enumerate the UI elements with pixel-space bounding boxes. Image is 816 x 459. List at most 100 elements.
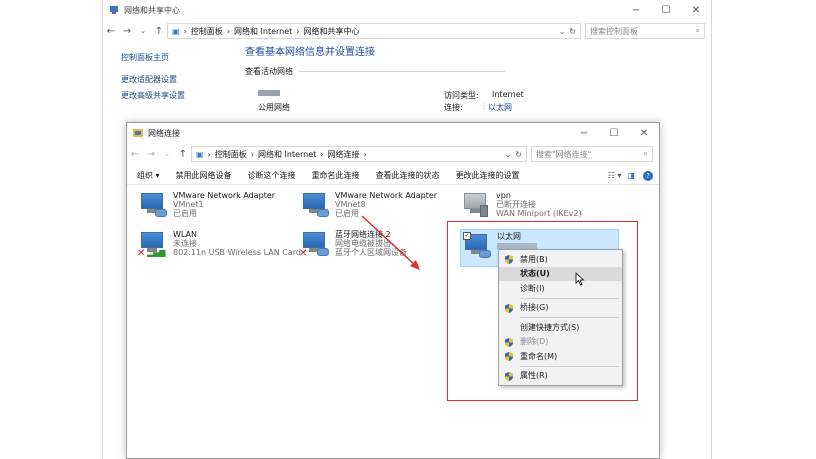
shield-icon bbox=[505, 255, 513, 264]
divider bbox=[299, 71, 505, 72]
breadcrumb-item[interactable]: 控制面板 bbox=[215, 149, 247, 160]
outer-titlebar: 网络和共享中心 bbox=[103, 0, 711, 20]
forward-icon[interactable]: → bbox=[119, 26, 135, 37]
adapter-status: 未连接 bbox=[173, 239, 197, 248]
control-panel-icon: ▣ bbox=[196, 149, 204, 159]
adapter-name: VMware Network Adapter bbox=[335, 191, 438, 200]
breadcrumb-item[interactable]: 网络和 Internet bbox=[234, 26, 292, 37]
disconnected-icon: ✕ bbox=[137, 248, 146, 259]
connection-value: 以太网 bbox=[488, 103, 512, 112]
connection-link[interactable]: ⫶ 以太网 bbox=[483, 102, 512, 113]
outer-address-bar: ← → ⌄ ↑ ▣ › 控制面板 › 网络和 Internet › 网络和共享中… bbox=[103, 22, 711, 40]
vpn-adapter-icon bbox=[462, 191, 492, 219]
chevron-down-icon[interactable]: ⌄ bbox=[135, 27, 151, 35]
menu-item-rename[interactable]: 重命名(M) bbox=[499, 349, 622, 364]
adapter-line2: VMnet8 bbox=[335, 200, 366, 209]
search-placeholder: 搜索控制面板 bbox=[590, 26, 638, 36]
network-adapter-icon bbox=[139, 191, 169, 219]
outer-window-controls: − ☐ ✕ bbox=[621, 0, 711, 20]
menu-item-bridge[interactable]: 桥接(G) bbox=[499, 301, 622, 316]
maximize-button[interactable]: ☐ bbox=[599, 123, 629, 143]
command-bar: 组织 ▾ 禁用此网络设备 诊断这个连接 重命名此连接 查看此连接的状态 更改此连… bbox=[127, 167, 659, 185]
close-button[interactable]: ✕ bbox=[681, 0, 711, 20]
sidebar-item-adapter-settings[interactable]: 更改适配器设置 bbox=[121, 74, 177, 85]
outer-breadcrumb[interactable]: ▣ › 控制面板 › 网络和 Internet › 网络和共享中心 ⌄ ↻ bbox=[167, 23, 581, 39]
adapter-name: vpn bbox=[496, 191, 511, 200]
adapter-name: VMware Network Adapter bbox=[173, 191, 276, 200]
chevron-down-icon[interactable]: ⌄ bbox=[159, 150, 175, 158]
sidebar-item-home[interactable]: 控制面板主页 bbox=[121, 52, 169, 63]
shield-icon bbox=[505, 303, 513, 313]
menu-item-disable[interactable]: 禁用(B) bbox=[499, 252, 622, 267]
outer-title: 网络和共享中心 bbox=[124, 5, 180, 15]
forward-icon[interactable]: → bbox=[143, 149, 159, 160]
network-icon bbox=[109, 5, 119, 15]
organize-button[interactable]: 组织 ▾ bbox=[137, 170, 160, 181]
adapter-status: 已启用 bbox=[173, 209, 197, 218]
inner-address-bar: ← → ⌄ ↑ ▣ › 控制面板 › 网络和 Internet › 网络连接 ›… bbox=[127, 145, 659, 163]
network-folder-icon bbox=[133, 128, 143, 138]
outer-search-input[interactable]: 搜索控制面板 ⌕ bbox=[585, 23, 705, 39]
arrow-annotation bbox=[361, 215, 420, 270]
view-options-icon[interactable]: ☷ ▾ bbox=[608, 171, 622, 180]
menu-item-create-shortcut[interactable]: 创建快捷方式(S) bbox=[499, 320, 622, 335]
connection-label: 连接: bbox=[444, 103, 463, 112]
refresh-icon[interactable]: ↻ bbox=[569, 27, 576, 36]
adapter-status: 已断开连接 bbox=[496, 200, 536, 209]
access-type-label: 访问类型: bbox=[444, 91, 479, 100]
back-icon[interactable]: ← bbox=[127, 149, 143, 160]
disable-device-button[interactable]: 禁用此网络设备 bbox=[176, 170, 232, 181]
dropdown-icon[interactable]: ⌄ bbox=[559, 27, 566, 36]
adapter-vmnet1[interactable]: VMware Network Adapter VMnet1 已启用 bbox=[139, 191, 275, 219]
rename-button[interactable]: 重命名此连接 bbox=[312, 170, 360, 181]
search-icon[interactable]: ⌕ bbox=[696, 26, 700, 36]
menu-separator bbox=[520, 317, 619, 318]
maximize-button[interactable]: ☐ bbox=[651, 0, 681, 20]
menu-item-properties[interactable]: 属性(R) bbox=[499, 369, 622, 384]
up-icon[interactable]: ↑ bbox=[175, 149, 191, 160]
search-placeholder: 搜索"网络连接" bbox=[536, 149, 592, 159]
breadcrumb-item[interactable]: 网络和 Internet bbox=[258, 149, 316, 160]
up-icon[interactable]: ↑ bbox=[151, 26, 167, 37]
adapter-vpn[interactable]: vpn 已断开连接 WAN Miniport (IKEv2) bbox=[462, 191, 582, 219]
inner-search-input[interactable]: 搜索"网络连接" ⌕ bbox=[531, 146, 653, 162]
shield-icon bbox=[505, 337, 513, 347]
close-button[interactable]: ✕ bbox=[629, 123, 659, 143]
breadcrumb-item[interactable]: 控制面板 bbox=[191, 26, 223, 37]
diagnose-button[interactable]: 诊断这个连接 bbox=[248, 170, 296, 181]
change-settings-button[interactable]: 更改此连接的设置 bbox=[456, 170, 520, 181]
breadcrumb-item[interactable]: 网络和共享中心 bbox=[303, 26, 359, 37]
menu-item-delete[interactable]: 删除(D) bbox=[499, 335, 622, 350]
access-type-value: Internet bbox=[492, 90, 524, 99]
menu-item-diagnose[interactable]: 诊断(I) bbox=[499, 281, 622, 296]
minimize-button[interactable]: − bbox=[569, 123, 599, 143]
network-type: 公用网络 bbox=[258, 103, 290, 112]
adapter-name: WLAN bbox=[173, 230, 198, 239]
adapter-device: WAN Miniport (IKEv2) bbox=[496, 209, 582, 218]
bluetooth-adapter-icon: ✕ bbox=[299, 230, 331, 259]
adapter-wlan[interactable]: ✕ ▂▄▆ WLAN 未连接 802.11n USB Wireless LAN … bbox=[137, 230, 301, 259]
breadcrumb-item[interactable]: 网络连接 bbox=[327, 149, 359, 160]
shield-icon bbox=[505, 352, 513, 361]
network-name-blurred bbox=[258, 90, 280, 96]
inner-breadcrumb[interactable]: ▣ › 控制面板 › 网络和 Internet › 网络连接 › ⌄ ↻ bbox=[191, 146, 527, 162]
adapter-device: 802.11n USB Wireless LAN Card bbox=[173, 248, 301, 257]
sidebar-item-advanced-sharing[interactable]: 更改高级共享设置 bbox=[121, 90, 185, 101]
back-icon[interactable]: ← bbox=[103, 26, 119, 37]
minimize-button[interactable]: − bbox=[621, 0, 651, 20]
dropdown-icon[interactable]: ⌄ bbox=[505, 150, 512, 159]
view-status-button[interactable]: 查看此连接的状态 bbox=[376, 170, 440, 181]
mouse-cursor-icon bbox=[575, 272, 585, 286]
preview-pane-icon[interactable]: ◨ bbox=[627, 171, 635, 180]
search-icon[interactable]: ⌕ bbox=[644, 149, 648, 159]
signal-icon: ▂▄▆ bbox=[147, 248, 166, 257]
adapter-line2: VMnet1 bbox=[173, 200, 204, 209]
page-title: 查看基本网络信息并设置连接 bbox=[245, 47, 375, 58]
disconnected-icon: ✕ bbox=[299, 248, 308, 259]
active-network-label: 查看活动网络 bbox=[245, 67, 293, 76]
menu-item-status[interactable]: 状态(U) bbox=[499, 266, 622, 281]
help-icon[interactable]: ? bbox=[643, 170, 653, 181]
refresh-icon[interactable]: ↻ bbox=[515, 150, 522, 159]
ethernet-icon: ⫶ bbox=[483, 102, 485, 111]
control-panel-icon: ▣ bbox=[172, 26, 180, 36]
